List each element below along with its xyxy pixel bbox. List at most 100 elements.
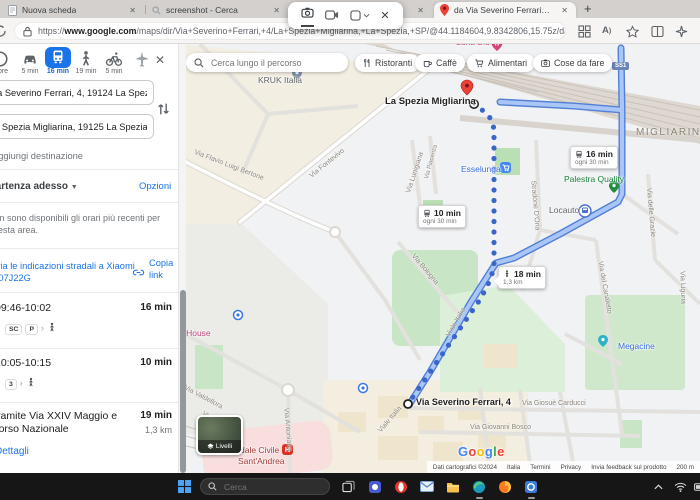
- origin-marker: [404, 400, 412, 408]
- attribution-privacy[interactable]: Privacy: [561, 464, 582, 471]
- poi-megacine[interactable]: Megacine: [618, 341, 655, 351]
- browser-window: Nuova scheda ✕ screenshot - Cerca ✕ ✕ da…: [0, 0, 700, 500]
- tab-search[interactable]: screenshot - Cerca ✕: [146, 2, 288, 18]
- capture-mode-selector[interactable]: [350, 10, 370, 21]
- scrollbar-thumb[interactable]: [180, 290, 186, 473]
- walk-mode-icon[interactable]: [77, 50, 95, 68]
- copy-link-label2[interactable]: link: [149, 270, 163, 280]
- search-along-route[interactable]: [186, 53, 348, 72]
- mail-icon[interactable]: [418, 478, 435, 495]
- tab-new-tab[interactable]: Nuova scheda ✕: [2, 2, 144, 18]
- origin-label[interactable]: Via Severino Ferrari, 4: [416, 397, 511, 407]
- edge-icon[interactable]: [470, 478, 487, 495]
- search-along-route-input[interactable]: [209, 57, 339, 69]
- new-tab-button[interactable]: +: [584, 1, 592, 16]
- search-icon: [194, 58, 204, 68]
- copy-link-label[interactable]: Copia: [149, 258, 173, 268]
- destination-input[interactable]: [0, 114, 154, 139]
- flight-mode-icon[interactable]: [133, 50, 151, 68]
- chip-alimentari[interactable]: Alimentari: [467, 54, 535, 72]
- details-link[interactable]: Dettagli: [0, 446, 29, 457]
- send-directions-link[interactable]: Invia le indicazioni stradali a Xiaomi 2…: [0, 260, 136, 284]
- route-option-duration: 10 min: [140, 357, 172, 368]
- add-destination-button[interactable]: Aggiungi destinazione: [0, 151, 83, 161]
- lock-icon[interactable]: [23, 26, 32, 37]
- route-option-lines[interactable]: SCP›: [5, 322, 57, 335]
- bike-mode-icon[interactable]: [105, 50, 123, 68]
- route-option-duration: 16 min: [140, 302, 172, 313]
- directions-panel: ore 5 min 16 min 19 min 5 min ✕ Aggiungi…: [0, 44, 178, 473]
- close-directions-icon[interactable]: ✕: [155, 53, 165, 67]
- map-canvas[interactable]: SS1 La Spezia Migliarina Via Severino Fe…: [178, 44, 700, 473]
- snipping-toolbar: ✕: [288, 2, 403, 29]
- windows-start-button[interactable]: [176, 478, 193, 495]
- split-screen-icon[interactable]: [651, 25, 664, 38]
- transit-badge-10min[interactable]: 10 min ogni 30 min: [418, 205, 466, 228]
- taskbar-search[interactable]: [200, 478, 330, 495]
- taskbar-search-input[interactable]: [222, 481, 312, 493]
- photos-icon[interactable]: [522, 478, 539, 495]
- poi-hospital-line2[interactable]: Sant'Andrea: [238, 456, 285, 466]
- departure-time-dropdown[interactable]: Partenza adesso ▼: [0, 181, 78, 192]
- transit-line-badge: P: [25, 324, 38, 335]
- read-aloud-icon[interactable]: A): [602, 25, 611, 36]
- street-label: Via Giosuè Carducci: [522, 400, 586, 407]
- collections-sparkle-icon[interactable]: [675, 25, 688, 38]
- firefox-icon[interactable]: [496, 478, 513, 495]
- battery-icon[interactable]: [692, 478, 700, 495]
- chat-icon[interactable]: [366, 478, 383, 495]
- screenshot-camera-icon[interactable]: [301, 5, 314, 27]
- map-attribution: Dati cartografici ©2024 Italia Termini P…: [427, 461, 700, 473]
- chip-caffe[interactable]: Caffè: [415, 54, 465, 72]
- copy-link-icon[interactable]: [132, 266, 145, 279]
- drive-mode-icon[interactable]: [21, 50, 39, 68]
- bus-icon: [423, 209, 431, 218]
- task-view-icon[interactable]: [340, 478, 357, 495]
- transit-mode-selected[interactable]: [45, 47, 71, 68]
- refresh-icon[interactable]: [0, 24, 7, 38]
- walking-badge-18min[interactable]: 18 min 1,3 km: [498, 266, 546, 289]
- poi-kruk-italia[interactable]: KRUK Italia: [258, 75, 302, 85]
- poi-palestra-quality[interactable]: Palestra Quality: [564, 174, 624, 184]
- route-option-time[interactable]: 10:05-10:15: [0, 357, 51, 369]
- transit-badge-16min[interactable]: 16 min ogni 30 min: [570, 146, 618, 169]
- swap-locations-icon[interactable]: [156, 100, 171, 118]
- attribution-terms[interactable]: Termini: [530, 464, 550, 471]
- close-icon[interactable]: ✕: [127, 6, 138, 15]
- camera-icon: [541, 59, 550, 67]
- layers-button[interactable]: Livelli: [196, 415, 243, 455]
- attribution-country[interactable]: Italia: [507, 464, 520, 471]
- favorite-star-icon[interactable]: [626, 25, 639, 38]
- route-option-lines[interactable]: 3›: [5, 377, 36, 390]
- close-icon[interactable]: ✕: [559, 6, 570, 15]
- route-option-time[interactable]: 09:46-10:02: [0, 302, 51, 314]
- close-icon[interactable]: ✕: [415, 6, 426, 15]
- destination-label[interactable]: La Spezia Migliarina: [385, 96, 476, 107]
- tab-label: Nuova scheda: [22, 5, 76, 15]
- close-icon[interactable]: ✕: [271, 6, 282, 15]
- poi-hospital-line1[interactable]: dale Civile: [240, 445, 279, 455]
- callout-pointer: [494, 276, 499, 286]
- chip-cose-da-fare[interactable]: Cose da fare: [533, 54, 612, 72]
- walk-segment-icon: [26, 377, 36, 388]
- origin-input[interactable]: [0, 80, 154, 105]
- poi-locauto[interactable]: Locauto: [549, 205, 579, 215]
- file-explorer-icon[interactable]: [444, 478, 461, 495]
- transit-mode-icon: [50, 49, 66, 65]
- route-option-via[interactable]: Tramite Via XXIV Maggio e Corso Nazional…: [0, 410, 133, 436]
- best-mode-icon[interactable]: [0, 50, 9, 68]
- tab-maps-directions[interactable]: da Via Severino Ferrari, 4 a La Sp ✕: [434, 2, 576, 18]
- wifi-icon[interactable]: [672, 478, 689, 495]
- video-record-icon[interactable]: [325, 7, 339, 25]
- tray-chevron-up-icon[interactable]: [650, 478, 667, 495]
- poi-luna-blu[interactable]: Luna Blu: [456, 44, 490, 47]
- opera-icon[interactable]: [392, 478, 409, 495]
- poi-esselunga[interactable]: Esselunga: [461, 164, 501, 174]
- favorites-grid-icon[interactable]: [578, 25, 591, 38]
- bus-stop-icon: [579, 205, 591, 217]
- close-icon[interactable]: ✕: [380, 9, 389, 22]
- attribution-feedback[interactable]: Invia feedback sul prodotto: [591, 464, 666, 471]
- chip-ristoranti[interactable]: Ristoranti: [355, 54, 420, 72]
- sidebar-scrollbar[interactable]: [178, 44, 186, 473]
- options-button[interactable]: Opzioni: [139, 181, 171, 192]
